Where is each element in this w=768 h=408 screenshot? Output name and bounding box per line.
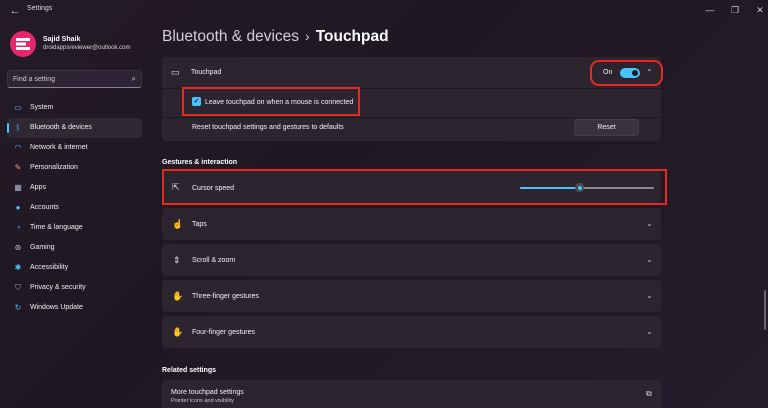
- avatar[interactable]: [10, 31, 36, 57]
- user-name: Sajid Shaik: [43, 36, 81, 43]
- tap-icon: ☝: [172, 219, 184, 229]
- highlight-box: [182, 87, 360, 116]
- brush-icon: ✎: [14, 163, 22, 172]
- monitor-icon: ▭: [14, 103, 22, 112]
- sidebar-item-label: Accounts: [30, 204, 59, 211]
- person-icon: ●: [15, 203, 21, 212]
- sidebar-item-windows-update[interactable]: ↻ Windows Update: [7, 298, 142, 318]
- sidebar-item-system[interactable]: ▭ System: [7, 98, 142, 118]
- user-email: droidappsreviewer@outlook.com: [43, 45, 131, 51]
- sidebar-item-label: Apps: [30, 184, 46, 191]
- gestures-section-title: Gestures & interaction: [162, 159, 238, 166]
- scroll-zoom-card[interactable]: [162, 244, 661, 276]
- sidebar-item-label: Windows Update: [30, 304, 83, 311]
- more-touchpad-settings-subtext: Pointer icons and visibility: [171, 398, 234, 404]
- back-arrow-icon[interactable]: ←: [7, 3, 23, 19]
- reset-description: Reset touchpad settings and gestures to …: [192, 124, 344, 131]
- controller-icon: ⊛: [14, 243, 22, 252]
- sidebar-item-label: System: [30, 104, 54, 111]
- four-finger-icon: ✋: [172, 327, 184, 337]
- breadcrumb-parent[interactable]: Bluetooth & devices: [162, 28, 299, 45]
- search-icon[interactable]: ⌕: [132, 74, 136, 84]
- sidebar-item-accessibility[interactable]: ✱ Accessibility: [7, 258, 142, 278]
- sidebar-item-personalization[interactable]: ✎ Personalization: [7, 158, 142, 178]
- external-link-icon[interactable]: ⧉: [646, 389, 652, 399]
- touchpad-icon: ▭: [171, 67, 180, 77]
- chevron-down-icon[interactable]: ⌄: [646, 327, 653, 336]
- chevron-down-icon[interactable]: ⌄: [646, 255, 653, 264]
- three-finger-icon: ✋: [172, 291, 184, 301]
- more-touchpad-settings-label: More touchpad settings: [171, 389, 244, 396]
- sidebar-item-label: Privacy & security: [30, 284, 86, 291]
- divider: [162, 117, 661, 118]
- bluetooth-icon: ᛒ: [15, 123, 21, 132]
- breadcrumb-separator: ›: [305, 28, 310, 44]
- reset-button[interactable]: Reset: [574, 119, 639, 136]
- sidebar-item-network[interactable]: ◠ Network & internet: [7, 138, 142, 158]
- window-title: Settings: [27, 5, 53, 12]
- taps-card[interactable]: [162, 208, 661, 240]
- accessibility-icon: ✱: [14, 263, 22, 272]
- title-bar: ← Settings — ❐ ✕: [0, 0, 768, 22]
- sidebar-item-label: Personalization: [30, 164, 78, 171]
- page-title: Touchpad: [315, 28, 389, 45]
- sidebar-nav: ▭ System ᛒ Bluetooth & devices ◠ Network…: [7, 98, 142, 318]
- scroll-zoom-label: Scroll & zoom: [192, 257, 236, 264]
- sidebar-item-privacy-security[interactable]: ⛉ Privacy & security: [7, 278, 142, 298]
- sidebar-item-label: Bluetooth & devices: [30, 124, 92, 131]
- update-icon: ↻: [14, 303, 22, 312]
- highlight-box: [590, 60, 663, 86]
- wifi-icon: ◠: [14, 143, 22, 152]
- four-finger-label: Four-finger gestures: [192, 329, 256, 336]
- active-indicator: [7, 123, 9, 133]
- sidebar-item-gaming[interactable]: ⊛ Gaming: [7, 238, 142, 258]
- sidebar-item-label: Network & internet: [30, 144, 88, 151]
- scroll-icon: ⇕: [173, 255, 181, 265]
- three-finger-label: Three-finger gestures: [192, 293, 259, 300]
- search-input[interactable]: Find a setting ⌕: [7, 70, 142, 88]
- sidebar-item-accounts[interactable]: ● Accounts: [7, 198, 142, 218]
- taps-label: Taps: [192, 221, 207, 228]
- sidebar-item-bluetooth-devices[interactable]: ᛒ Bluetooth & devices: [7, 118, 142, 138]
- breadcrumb: Bluetooth & devices › Touchpad: [162, 28, 389, 46]
- sidebar-item-label: Accessibility: [30, 264, 69, 271]
- minimize-icon[interactable]: —: [700, 3, 720, 17]
- chevron-down-icon[interactable]: ⌄: [646, 219, 653, 228]
- globe-clock-icon: ◔: [15, 223, 21, 232]
- related-section-title: Related settings: [162, 367, 217, 374]
- sidebar-item-label: Gaming: [30, 244, 55, 251]
- apps-icon: ▦: [14, 183, 22, 192]
- avatar-logo-icon: [16, 38, 30, 50]
- chevron-down-icon[interactable]: ⌄: [646, 291, 653, 300]
- scrollbar[interactable]: [764, 290, 766, 330]
- sidebar-item-apps[interactable]: ▦ Apps: [7, 178, 142, 198]
- highlight-box: [162, 169, 667, 205]
- maximize-icon[interactable]: ❐: [725, 3, 745, 17]
- sidebar-item-time-language[interactable]: ◔ Time & language: [7, 218, 142, 238]
- sidebar-item-label: Time & language: [30, 224, 83, 231]
- search-placeholder: Find a setting: [13, 76, 56, 83]
- touchpad-label: Touchpad: [191, 69, 222, 76]
- shield-icon: ⛉: [15, 283, 21, 292]
- close-icon[interactable]: ✕: [750, 3, 768, 17]
